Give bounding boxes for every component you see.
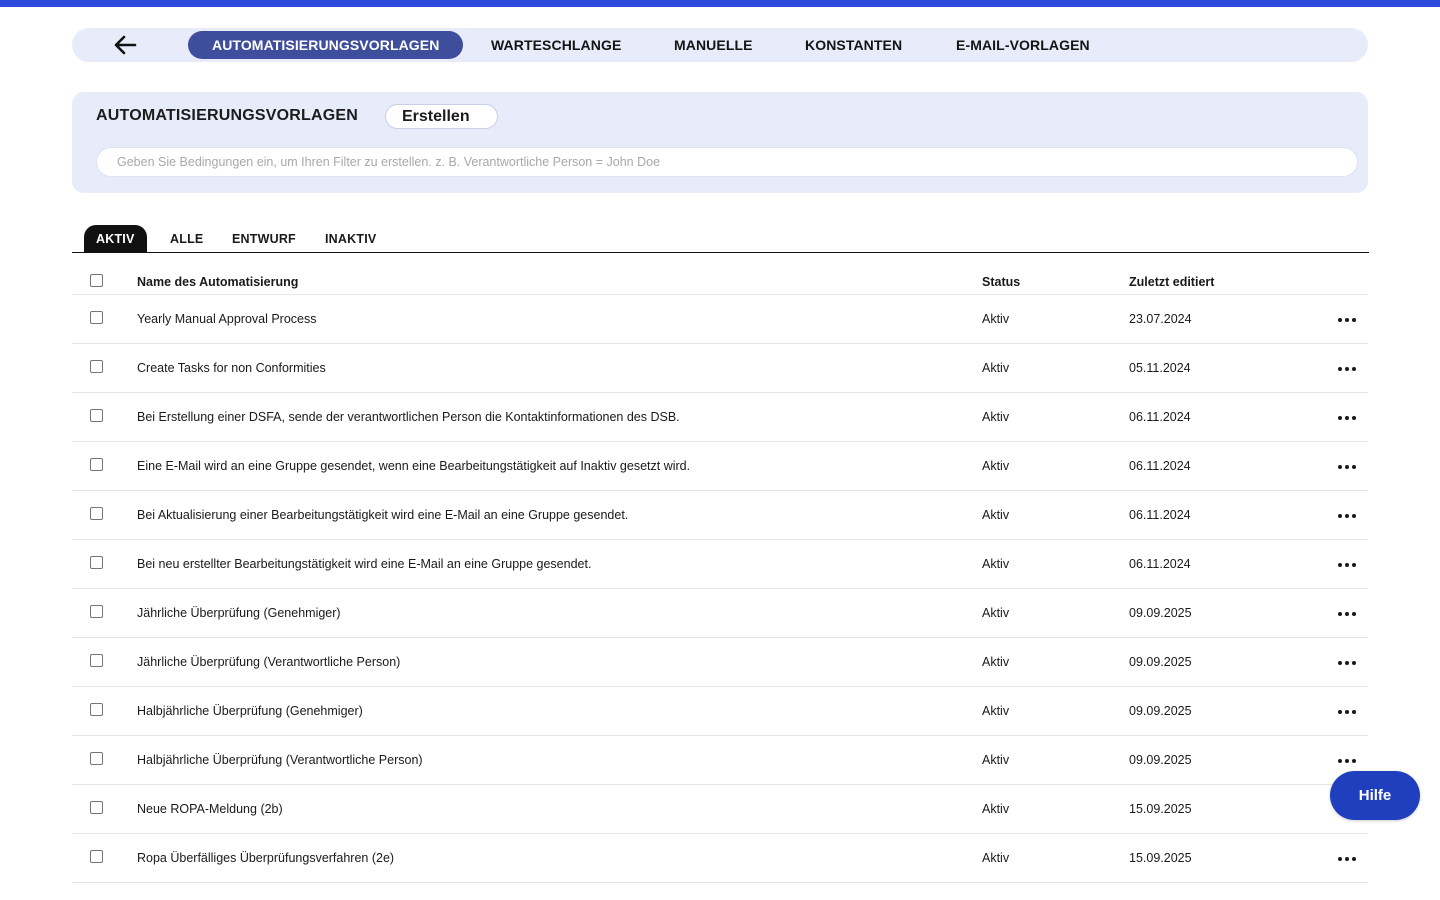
automation-name[interactable]: Bei Aktualisierung einer Bearbeitungstät… bbox=[137, 508, 628, 522]
automation-table: Name des Automatisierung Status Zuletzt … bbox=[72, 253, 1368, 883]
page-title: AUTOMATISIERUNGSVORLAGEN bbox=[96, 107, 358, 124]
tab-alle[interactable]: ALLE bbox=[170, 225, 203, 253]
automation-name[interactable]: Jährliche Überprüfung (Verantwortliche P… bbox=[137, 655, 400, 669]
table-row[interactable]: Bei Aktualisierung einer Bearbeitungstät… bbox=[72, 491, 1368, 540]
table-row[interactable]: Eine E-Mail wird an eine Gruppe gesendet… bbox=[72, 442, 1368, 491]
more-options-icon[interactable] bbox=[1338, 362, 1356, 376]
top-navigation: AUTOMATISIERUNGSVORLAGEN WARTESCHLANGE M… bbox=[72, 28, 1368, 62]
column-header-name[interactable]: Name des Automatisierung bbox=[137, 275, 298, 289]
automation-edited-date: 23.07.2024 bbox=[1129, 312, 1192, 326]
automation-status: Aktiv bbox=[982, 606, 1010, 620]
automation-edited-date: 06.11.2024 bbox=[1129, 410, 1191, 424]
table-row[interactable]: Halbjährliche Überprüfung (Verantwortlic… bbox=[72, 736, 1368, 785]
nav-tab-konstanten[interactable]: KONSTANTEN bbox=[805, 31, 902, 59]
automation-name[interactable]: Ropa Überfälliges Überprüfungsverfahren … bbox=[137, 851, 394, 865]
table-body: Yearly Manual Approval Process Aktiv 23.07… bbox=[72, 295, 1368, 883]
automation-edited-date: 06.11.2024 bbox=[1129, 508, 1191, 522]
row-checkbox[interactable] bbox=[90, 605, 103, 618]
back-button[interactable] bbox=[112, 33, 138, 57]
column-header-status[interactable]: Status bbox=[982, 275, 1020, 289]
automation-status: Aktiv bbox=[982, 753, 1010, 767]
table-row[interactable]: Create Tasks for non Conformities Aktiv 05… bbox=[72, 344, 1368, 393]
automation-status: Aktiv bbox=[982, 704, 1010, 718]
table-row[interactable]: Yearly Manual Approval Process Aktiv 23.07… bbox=[72, 295, 1368, 344]
more-options-icon[interactable] bbox=[1338, 656, 1356, 670]
automation-status: Aktiv bbox=[982, 851, 1010, 865]
more-options-icon[interactable] bbox=[1338, 607, 1356, 621]
automation-name[interactable]: Halbjährliche Überprüfung (Verantwortlic… bbox=[137, 753, 423, 767]
automation-name[interactable]: Yearly Manual Approval Process bbox=[137, 312, 317, 326]
row-checkbox[interactable] bbox=[90, 703, 103, 716]
row-checkbox[interactable] bbox=[90, 752, 103, 765]
column-header-edited[interactable]: Zuletzt editiert bbox=[1129, 275, 1214, 289]
automation-status: Aktiv bbox=[982, 361, 1010, 375]
automation-status: Aktiv bbox=[982, 508, 1010, 522]
top-accent-stripe bbox=[0, 0, 1440, 7]
row-checkbox[interactable] bbox=[90, 409, 103, 422]
table-row[interactable]: Jährliche Überprüfung (Genehmiger) Aktiv 0… bbox=[72, 589, 1368, 638]
row-checkbox[interactable] bbox=[90, 654, 103, 667]
table-row[interactable]: Bei neu erstellter Bearbeitungstätigkeit… bbox=[72, 540, 1368, 589]
arrow-left-icon bbox=[114, 35, 137, 55]
automation-name[interactable]: Neue ROPA-Meldung (2b) bbox=[137, 802, 283, 816]
automation-status: Aktiv bbox=[982, 459, 1010, 473]
automation-name[interactable]: Halbjährliche Überprüfung (Genehmiger) bbox=[137, 704, 363, 718]
automation-status: Aktiv bbox=[982, 802, 1010, 816]
templates-panel: AUTOMATISIERUNGSVORLAGEN Erstellen bbox=[72, 92, 1368, 193]
row-checkbox[interactable] bbox=[90, 801, 103, 814]
automation-name[interactable]: Eine E-Mail wird an eine Gruppe gesendet… bbox=[137, 459, 690, 473]
automation-edited-date: 06.11.2024 bbox=[1129, 459, 1191, 473]
more-options-icon[interactable] bbox=[1338, 754, 1356, 768]
table-row[interactable]: Bei Erstellung einer DSFA, sende der ver… bbox=[72, 393, 1368, 442]
automation-edited-date: 15.09.2025 bbox=[1129, 802, 1192, 816]
automation-status: Aktiv bbox=[982, 655, 1010, 669]
row-checkbox[interactable] bbox=[90, 507, 103, 520]
help-button[interactable]: Hilfe bbox=[1330, 771, 1420, 820]
more-options-icon[interactable] bbox=[1338, 705, 1356, 719]
row-checkbox[interactable] bbox=[90, 311, 103, 324]
automation-edited-date: 05.11.2024 bbox=[1129, 361, 1191, 375]
table-row[interactable]: Jährliche Überprüfung (Verantwortliche P… bbox=[72, 638, 1368, 687]
more-options-icon[interactable] bbox=[1338, 852, 1356, 866]
row-checkbox[interactable] bbox=[90, 556, 103, 569]
select-all-checkbox[interactable] bbox=[90, 274, 103, 287]
tab-inaktiv[interactable]: INAKTIV bbox=[325, 225, 376, 253]
row-checkbox[interactable] bbox=[90, 850, 103, 863]
nav-tab-automatisierungsvorlagen[interactable]: AUTOMATISIERUNGSVORLAGEN bbox=[188, 31, 464, 59]
more-options-icon[interactable] bbox=[1338, 558, 1356, 572]
row-checkbox[interactable] bbox=[90, 458, 103, 471]
automation-status: Aktiv bbox=[982, 557, 1010, 571]
tab-aktiv[interactable]: AKTIV bbox=[84, 225, 147, 253]
table-row[interactable]: Ropa Überfälliges Überprüfungsverfahren … bbox=[72, 834, 1368, 883]
status-tabs: AKTIV ALLE ENTWURF INAKTIV bbox=[72, 224, 1369, 253]
automation-edited-date: 09.09.2025 bbox=[1129, 655, 1192, 669]
automation-name[interactable]: Bei neu erstellter Bearbeitungstätigkeit… bbox=[137, 557, 591, 571]
automation-name[interactable]: Create Tasks for non Conformities bbox=[137, 361, 326, 375]
table-row[interactable]: Neue ROPA-Meldung (2b) Aktiv 15.09.2025 bbox=[72, 785, 1368, 834]
create-button[interactable]: Erstellen bbox=[385, 104, 498, 129]
automation-edited-date: 09.09.2025 bbox=[1129, 606, 1192, 620]
automation-name[interactable]: Jährliche Überprüfung (Genehmiger) bbox=[137, 606, 341, 620]
table-header: Name des Automatisierung Status Zuletzt … bbox=[72, 253, 1368, 295]
tab-entwurf[interactable]: ENTWURF bbox=[232, 225, 296, 253]
more-options-icon[interactable] bbox=[1338, 509, 1356, 523]
more-options-icon[interactable] bbox=[1338, 460, 1356, 474]
more-options-icon[interactable] bbox=[1338, 411, 1356, 425]
automation-name[interactable]: Bei Erstellung einer DSFA, sende der ver… bbox=[137, 410, 680, 424]
table-row[interactable]: Halbjährliche Überprüfung (Genehmiger) Ak… bbox=[72, 687, 1368, 736]
automation-edited-date: 09.09.2025 bbox=[1129, 704, 1192, 718]
automation-edited-date: 06.11.2024 bbox=[1129, 557, 1191, 571]
automation-status: Aktiv bbox=[982, 410, 1010, 424]
row-checkbox[interactable] bbox=[90, 360, 103, 373]
nav-tab-manuelle[interactable]: MANUELLE bbox=[674, 31, 753, 59]
automation-edited-date: 15.09.2025 bbox=[1129, 851, 1192, 865]
nav-tab-email-vorlagen[interactable]: E-MAIL-VORLAGEN bbox=[956, 31, 1090, 59]
nav-tab-warteschlange[interactable]: WARTESCHLANGE bbox=[491, 31, 621, 59]
filter-input[interactable] bbox=[96, 147, 1358, 177]
automation-status: Aktiv bbox=[982, 312, 1010, 326]
automation-edited-date: 09.09.2025 bbox=[1129, 753, 1192, 767]
more-options-icon[interactable] bbox=[1338, 313, 1356, 327]
